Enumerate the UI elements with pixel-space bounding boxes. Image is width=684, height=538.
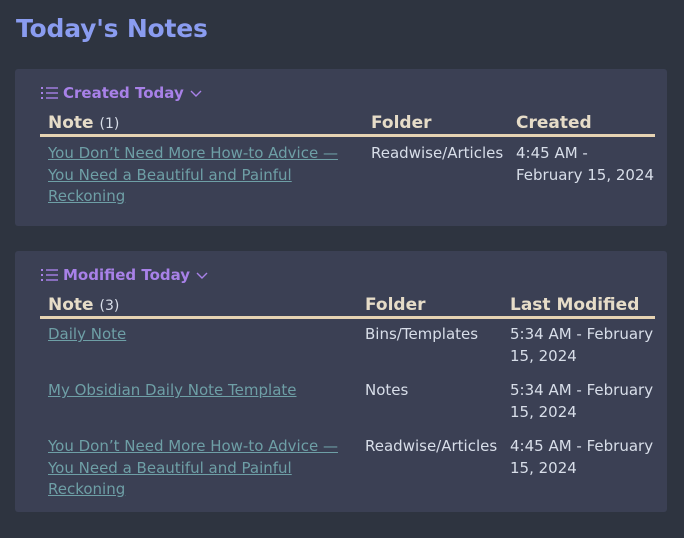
table-row: My Obsidian Daily Note Template Notes 5:… xyxy=(40,375,655,431)
column-header-note[interactable]: Note (1) xyxy=(40,107,363,137)
list-icon xyxy=(41,269,58,281)
note-count: (3) xyxy=(99,298,120,314)
column-header-note[interactable]: Note (3) xyxy=(40,289,357,319)
chevron-down-icon xyxy=(190,90,202,97)
folder-cell: Notes xyxy=(365,381,409,399)
table-header-row: Note (1) Folder Created xyxy=(40,107,655,137)
date-cell: 5:34 AM - February 15, 2024 xyxy=(510,381,654,421)
modified-today-section: Modified Today Note (3) Folder Last Modi… xyxy=(15,251,667,512)
column-header-folder[interactable]: Folder xyxy=(357,289,502,319)
table-header-row: Note (3) Folder Last Modified xyxy=(40,289,655,319)
folder-cell: Readwise/Articles xyxy=(365,437,498,455)
note-count: (1) xyxy=(99,116,120,132)
date-cell: 4:45 AM - February 15, 2024 xyxy=(516,144,655,184)
page-title: Today's Notes xyxy=(16,14,208,43)
date-cell: 5:34 AM - February 15, 2024 xyxy=(510,325,654,365)
table-row: Daily Note Bins/Templates 5:34 AM - Febr… xyxy=(40,318,655,376)
table-row: You Don’t Need More How-to Advice — You … xyxy=(40,431,655,509)
column-header-created[interactable]: Created xyxy=(508,107,655,137)
created-today-header: Created Today xyxy=(63,84,184,102)
table-row: You Don’t Need More How-to Advice — You … xyxy=(40,136,655,214)
column-header-folder[interactable]: Folder xyxy=(363,107,508,137)
date-cell: 4:45 AM - February 15, 2024 xyxy=(510,437,654,477)
chevron-down-icon xyxy=(196,272,208,279)
folder-cell: Readwise/Articles xyxy=(371,144,504,162)
created-today-toggle[interactable]: Created Today xyxy=(41,83,202,103)
list-icon xyxy=(41,87,58,99)
column-header-last-modified[interactable]: Last Modified xyxy=(502,289,655,319)
note-link[interactable]: You Don’t Need More How-to Advice — You … xyxy=(48,437,338,498)
note-link[interactable]: You Don’t Need More How-to Advice — You … xyxy=(48,144,338,205)
folder-cell: Bins/Templates xyxy=(365,325,479,343)
modified-today-header: Modified Today xyxy=(63,266,191,284)
created-today-section: Created Today Note (1) Folder Created Yo… xyxy=(15,69,667,226)
created-today-table: Note (1) Folder Created You Don’t Need M… xyxy=(40,107,655,214)
modified-today-toggle[interactable]: Modified Today xyxy=(41,265,208,285)
modified-today-table: Note (3) Folder Last Modified Daily Note… xyxy=(40,289,655,509)
note-link[interactable]: My Obsidian Daily Note Template xyxy=(48,381,297,399)
note-link[interactable]: Daily Note xyxy=(48,325,126,343)
